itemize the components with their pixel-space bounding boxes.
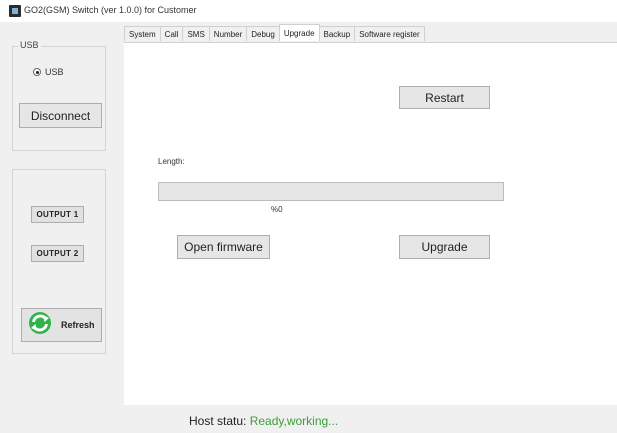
refresh-arrows-icon — [25, 310, 55, 341]
open-firmware-button[interactable]: Open firmware — [177, 235, 270, 259]
window-titlebar: GO2(GSM) Switch (ver 1.0.0) for Customer — [0, 0, 617, 22]
usb-radio-label: USB — [45, 67, 64, 77]
disconnect-button[interactable]: Disconnect — [19, 103, 102, 128]
output-2-button[interactable]: OUTPUT 2 — [31, 245, 84, 262]
refresh-label: Refresh — [61, 320, 95, 330]
tab-software-register[interactable]: Software register — [354, 26, 425, 41]
tab-strip: System Call SMS Number Debug Upgrade Bac… — [124, 24, 425, 42]
tab-debug[interactable]: Debug — [246, 26, 280, 41]
upgrade-tab-panel — [124, 42, 617, 405]
window-title: GO2(GSM) Switch (ver 1.0.0) for Customer — [24, 5, 197, 15]
radio-selected-icon — [33, 68, 41, 76]
tab-backup[interactable]: Backup — [318, 26, 356, 41]
app-icon — [9, 5, 21, 17]
usb-radio[interactable]: USB — [33, 67, 64, 77]
upgrade-button[interactable]: Upgrade — [399, 235, 490, 259]
progress-percent-text: %0 — [271, 205, 283, 214]
usb-group-legend: USB — [18, 40, 41, 50]
tab-number[interactable]: Number — [208, 26, 248, 41]
length-label: Length: — [158, 157, 185, 166]
host-status: Host statu: Ready,working... — [189, 414, 338, 428]
host-status-label: Host statu: — [189, 414, 247, 428]
tab-system[interactable]: System — [124, 26, 161, 41]
restart-button[interactable]: Restart — [399, 86, 490, 109]
host-status-value: Ready,working... — [249, 414, 339, 428]
refresh-button[interactable]: Refresh — [21, 308, 102, 342]
tab-call[interactable]: Call — [159, 26, 184, 41]
tab-upgrade[interactable]: Upgrade — [278, 24, 320, 41]
output-1-button[interactable]: OUTPUT 1 — [31, 206, 84, 223]
upgrade-progress-bar — [158, 182, 504, 201]
tab-sms[interactable]: SMS — [182, 26, 210, 41]
usb-groupbox: USB — [12, 40, 106, 151]
